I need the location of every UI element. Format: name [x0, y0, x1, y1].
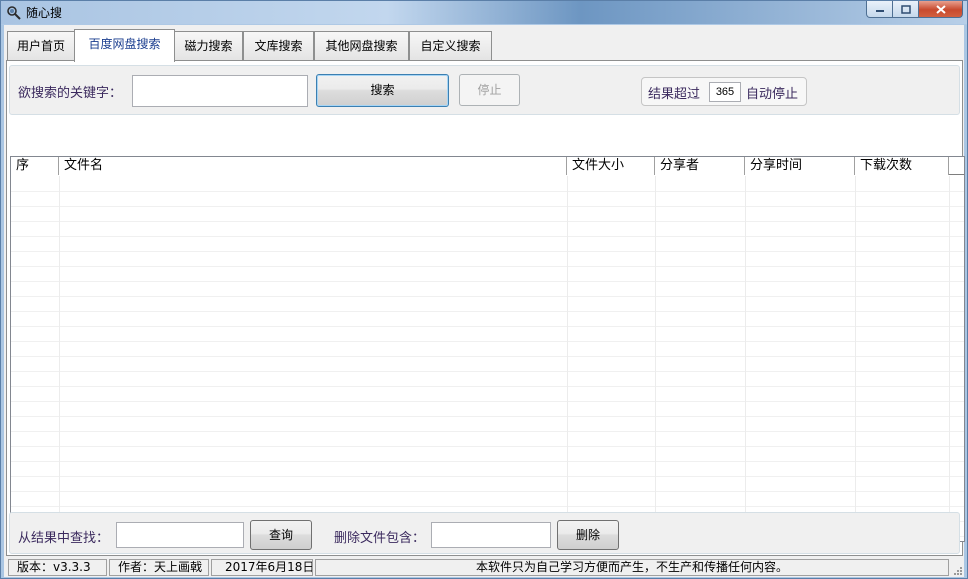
column-divider	[745, 176, 746, 541]
column-header-share-time[interactable]: 分享时间	[745, 157, 855, 175]
keyword-input[interactable]	[132, 75, 308, 107]
minimize-icon	[875, 10, 884, 12]
row-divider	[11, 461, 964, 462]
row-divider	[11, 206, 964, 207]
row-divider	[11, 296, 964, 297]
column-header-index[interactable]: 序	[11, 157, 59, 175]
delete-label: 删除文件包含：	[334, 531, 426, 546]
keyword-label: 欲搜索的关键字：	[18, 86, 123, 101]
search-group: 欲搜索的关键字： 搜索 停止 结果超过 自动停止	[9, 65, 960, 115]
row-divider	[11, 221, 964, 222]
status-date: 2017年6月18日	[211, 559, 313, 576]
tab-user-home[interactable]: 用户首页	[7, 31, 75, 61]
maximize-button[interactable]	[893, 1, 919, 18]
row-divider	[11, 446, 964, 447]
tab-panel: 欲搜索的关键字： 搜索 停止 结果超过 自动停止 序 文件名 文件大小 分享者 …	[6, 60, 965, 556]
delete-button[interactable]: 删除	[557, 520, 619, 550]
client-area: 用户首页 百度网盘搜索 磁力搜索 文库搜索 其他网盘搜索 自定义搜索 欲搜索的关…	[4, 25, 965, 577]
title-bar[interactable]: 随心搜	[1, 1, 967, 24]
row-divider	[11, 311, 964, 312]
row-divider	[11, 416, 964, 417]
tab-custom-search[interactable]: 自定义搜索	[409, 31, 492, 61]
row-divider	[11, 386, 964, 387]
app-window: 随心搜 用户首页 百度网盘搜索 磁力搜索 文库搜索 其他网盘搜索 自定义搜索 欲…	[0, 0, 968, 579]
column-divider	[655, 176, 656, 541]
maximize-icon	[900, 4, 911, 14]
row-divider	[11, 341, 964, 342]
row-divider	[11, 266, 964, 267]
row-divider	[11, 356, 964, 357]
status-bar: 版本：v3.3.3 作者：天上画戟 2017年6月18日 本软件只为自己学习方便…	[4, 557, 964, 577]
row-divider	[11, 401, 964, 402]
status-version: 版本：v3.3.3	[8, 559, 107, 576]
row-divider	[11, 491, 964, 492]
tab-magnet-search[interactable]: 磁力搜索	[174, 31, 243, 61]
resize-grip-icon[interactable]	[953, 566, 963, 576]
status-author: 作者：天上画戟	[109, 559, 209, 576]
delete-input[interactable]	[431, 522, 551, 548]
close-button[interactable]	[919, 1, 963, 18]
window-title: 随心搜	[26, 6, 63, 20]
find-label: 从结果中查找：	[18, 531, 110, 546]
status-notice: 本软件只为自己学习方便而产生，不生产和传播任何内容。	[315, 559, 949, 576]
app-icon	[7, 6, 21, 20]
row-divider	[11, 371, 964, 372]
column-header-filename[interactable]: 文件名	[59, 157, 567, 175]
close-icon	[935, 4, 946, 14]
table-body	[11, 176, 964, 541]
find-input[interactable]	[116, 522, 244, 548]
row-divider	[11, 431, 964, 432]
row-divider	[11, 281, 964, 282]
results-table[interactable]: 序 文件名 文件大小 分享者 分享时间 下载次数	[10, 156, 965, 542]
column-divider	[855, 176, 856, 541]
row-divider	[11, 506, 964, 507]
query-button[interactable]: 查询	[250, 520, 312, 550]
row-divider	[11, 476, 964, 477]
limit-input[interactable]	[709, 82, 741, 102]
limit-prefix-label: 结果超过	[648, 87, 701, 102]
result-limit-box: 结果超过 自动停止	[641, 77, 807, 106]
minimize-button[interactable]	[866, 1, 893, 18]
tab-baidu-pan-search[interactable]: 百度网盘搜索	[74, 29, 175, 62]
stop-button[interactable]: 停止	[459, 74, 520, 106]
column-divider	[59, 176, 60, 541]
limit-suffix-label: 自动停止	[746, 87, 799, 102]
search-button[interactable]: 搜索	[316, 74, 449, 107]
row-divider	[11, 326, 964, 327]
column-divider	[567, 176, 568, 541]
tab-other-pan-search[interactable]: 其他网盘搜索	[314, 31, 409, 61]
column-header-filesize[interactable]: 文件大小	[567, 157, 655, 175]
tab-wenku-search[interactable]: 文库搜索	[243, 31, 314, 61]
column-header-download-count[interactable]: 下载次数	[855, 157, 949, 175]
table-header: 序 文件名 文件大小 分享者 分享时间 下载次数	[11, 157, 964, 175]
row-divider	[11, 251, 964, 252]
row-divider	[11, 236, 964, 237]
filter-group: 从结果中查找： 查询 删除文件包含： 删除	[9, 512, 960, 554]
row-divider	[11, 191, 964, 192]
column-divider	[949, 176, 950, 541]
column-header-sharer[interactable]: 分享者	[655, 157, 745, 175]
